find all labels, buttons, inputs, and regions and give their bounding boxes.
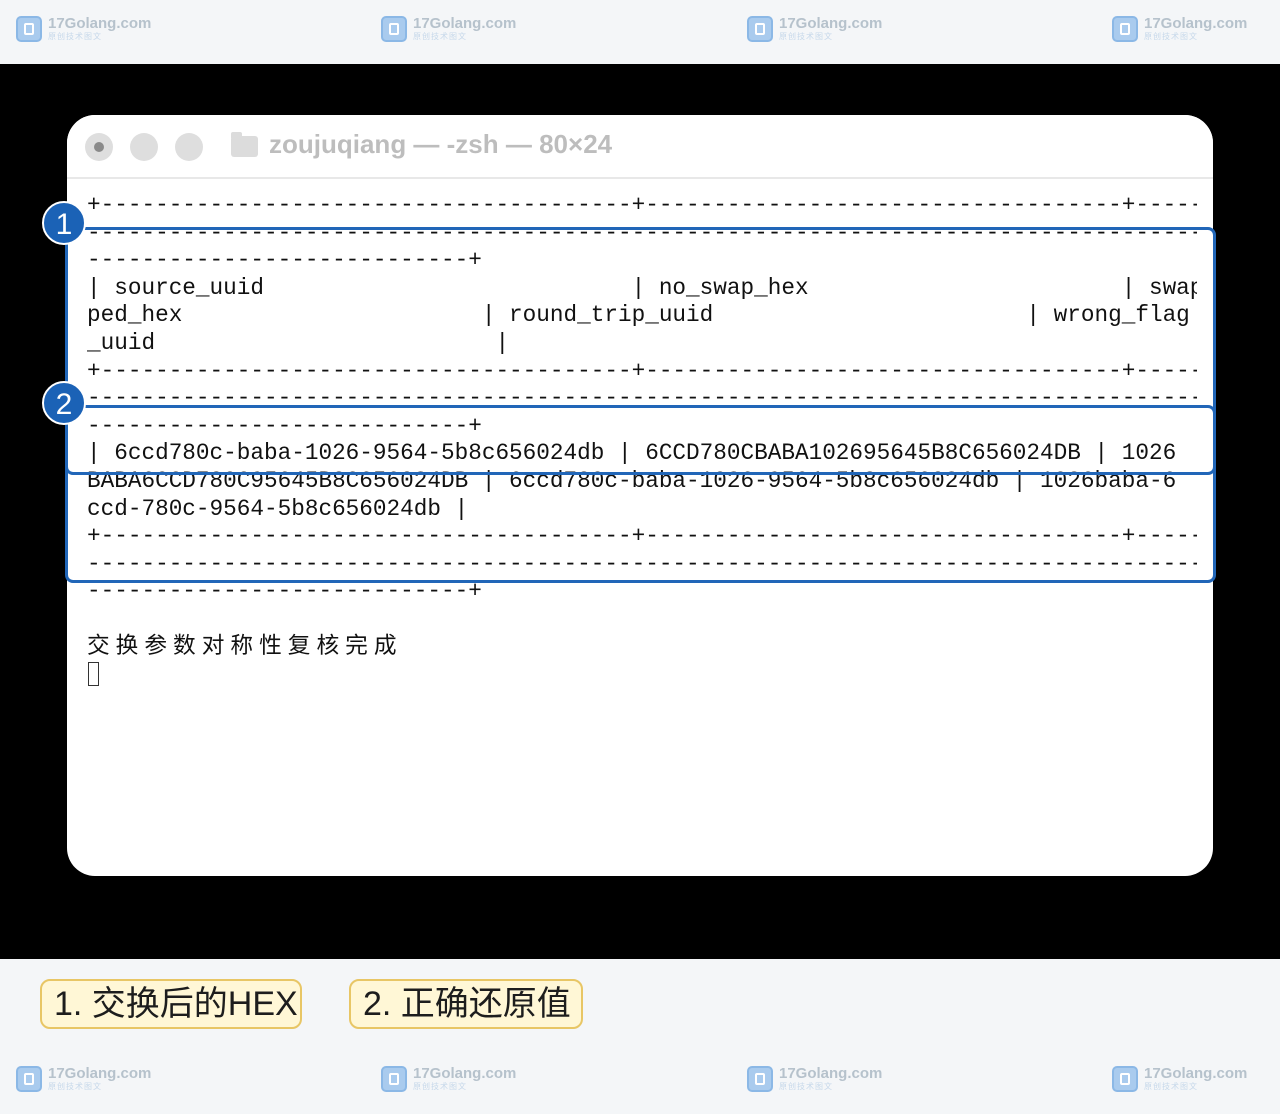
site-logo-icon — [1112, 1066, 1138, 1092]
site-logo-icon — [1112, 16, 1138, 42]
watermark: 17Golang.com 原创技术图文 — [16, 1066, 151, 1092]
watermark-band-bottom: 17Golang.com 原创技术图文 17Golang.com 原创技术图文 17… — [0, 1050, 1280, 1114]
watermark-site: 17Golang.com — [413, 1065, 517, 1082]
legend-area: 1. 交换后的HEX 2. 正确还原值 — [0, 960, 1280, 1050]
watermark-site: 17Golang.com — [779, 1065, 883, 1082]
watermark-site: 17Golang.com — [779, 15, 883, 32]
site-logo-icon — [747, 1066, 773, 1092]
watermark-tagline: 原创技术图文 — [413, 1082, 467, 1091]
text-cursor — [88, 662, 99, 687]
site-logo-icon — [16, 1066, 42, 1092]
watermark: 17Golang.com 原创技术图文 — [16, 16, 151, 42]
legend-item-1: 1. 交换后的HEX — [40, 979, 302, 1029]
watermark: 17Golang.com 原创技术图文 — [747, 1066, 882, 1092]
callout-badge-2: 2 — [42, 381, 86, 425]
folder-icon — [231, 132, 258, 157]
terminal-line: +---------------------------------------… — [87, 192, 1197, 218]
zoom-button[interactable] — [175, 133, 203, 161]
terminal-line: 交换参数对称性复核完成 — [87, 633, 403, 660]
watermark-tagline: 原创技术图文 — [48, 32, 102, 41]
callout-badge-1: 1 — [42, 201, 86, 245]
watermark: 17Golang.com 原创技术图文 — [747, 16, 882, 42]
watermark-tagline: 原创技术图文 — [1144, 32, 1198, 41]
site-logo-icon — [747, 16, 773, 42]
window-title: zoujuqiang — -zsh — 80×24 — [269, 129, 613, 159]
site-logo-icon — [381, 16, 407, 42]
legend-item-2: 2. 正确还原值 — [349, 979, 583, 1029]
watermark-site: 17Golang.com — [413, 15, 517, 32]
highlight-box-2 — [65, 405, 1216, 475]
watermark-band-top: 17Golang.com 原创技术图文 17Golang.com 原创技术图文 17… — [0, 0, 1280, 64]
window-titlebar[interactable]: zoujuqiang — -zsh — 80×24 — [67, 115, 1213, 179]
watermark-tagline: 原创技术图文 — [1144, 1082, 1198, 1091]
minimize-button[interactable] — [130, 133, 158, 161]
watermark-site: 17Golang.com — [1144, 1065, 1248, 1082]
watermark-tagline: 原创技术图文 — [413, 32, 467, 41]
close-button[interactable] — [85, 133, 113, 161]
site-logo-icon — [381, 1066, 407, 1092]
terminal-prompt[interactable] — [87, 661, 1197, 689]
watermark: 17Golang.com 原创技术图文 — [381, 16, 516, 42]
watermark: 17Golang.com 原创技术图文 — [1112, 16, 1247, 42]
watermark: 17Golang.com 原创技术图文 — [381, 1066, 516, 1092]
watermark-tagline: 原创技术图文 — [779, 1082, 833, 1091]
watermark-tagline: 原创技术图文 — [779, 32, 833, 41]
watermark-site: 17Golang.com — [48, 1065, 152, 1082]
watermark-site: 17Golang.com — [48, 15, 152, 32]
watermark-tagline: 原创技术图文 — [48, 1082, 102, 1091]
site-logo-icon — [16, 16, 42, 42]
watermark: 17Golang.com 原创技术图文 — [1112, 1066, 1247, 1092]
watermark-site: 17Golang.com — [1144, 15, 1248, 32]
